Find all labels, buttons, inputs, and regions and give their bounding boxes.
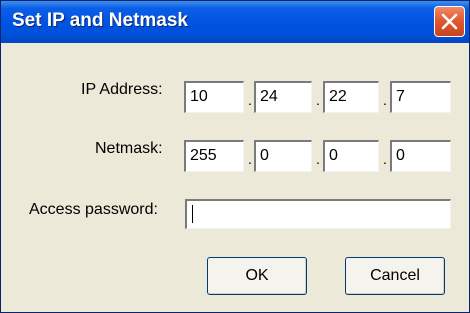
ip-octet-3-input[interactable]: 22: [323, 81, 379, 113]
dialog-window: Set IP and Netmask IP Address: 10 . 24 .…: [0, 0, 470, 313]
ip-separator: .: [316, 92, 320, 108]
netmask-octet-2-input[interactable]: 0: [254, 140, 312, 172]
netmask-octet-1-input[interactable]: 255: [184, 140, 244, 172]
ip-separator: .: [248, 92, 252, 108]
access-password-input[interactable]: [185, 199, 451, 229]
cancel-button[interactable]: Cancel: [345, 257, 445, 295]
ip-separator: .: [383, 92, 387, 108]
title-bar[interactable]: Set IP and Netmask: [1, 1, 469, 43]
access-password-label: Access password:: [29, 201, 158, 218]
ip-octet-2-input[interactable]: 24: [254, 81, 312, 113]
close-button[interactable]: [434, 6, 465, 37]
dialog-title: Set IP and Netmask: [12, 10, 189, 31]
close-icon: [441, 13, 458, 30]
ip-octet-4-input[interactable]: 7: [390, 81, 451, 113]
netmask-separator: .: [383, 151, 387, 167]
ok-button[interactable]: OK: [207, 257, 307, 295]
netmask-separator: .: [316, 151, 320, 167]
netmask-octet-3-input[interactable]: 0: [323, 140, 379, 172]
netmask-separator: .: [248, 151, 252, 167]
netmask-label: Netmask:: [95, 140, 163, 157]
ip-address-label: IP Address:: [81, 81, 163, 98]
netmask-octet-4-input[interactable]: 0: [390, 140, 451, 172]
text-caret: [192, 205, 193, 223]
ip-octet-1-input[interactable]: 10: [184, 81, 244, 113]
